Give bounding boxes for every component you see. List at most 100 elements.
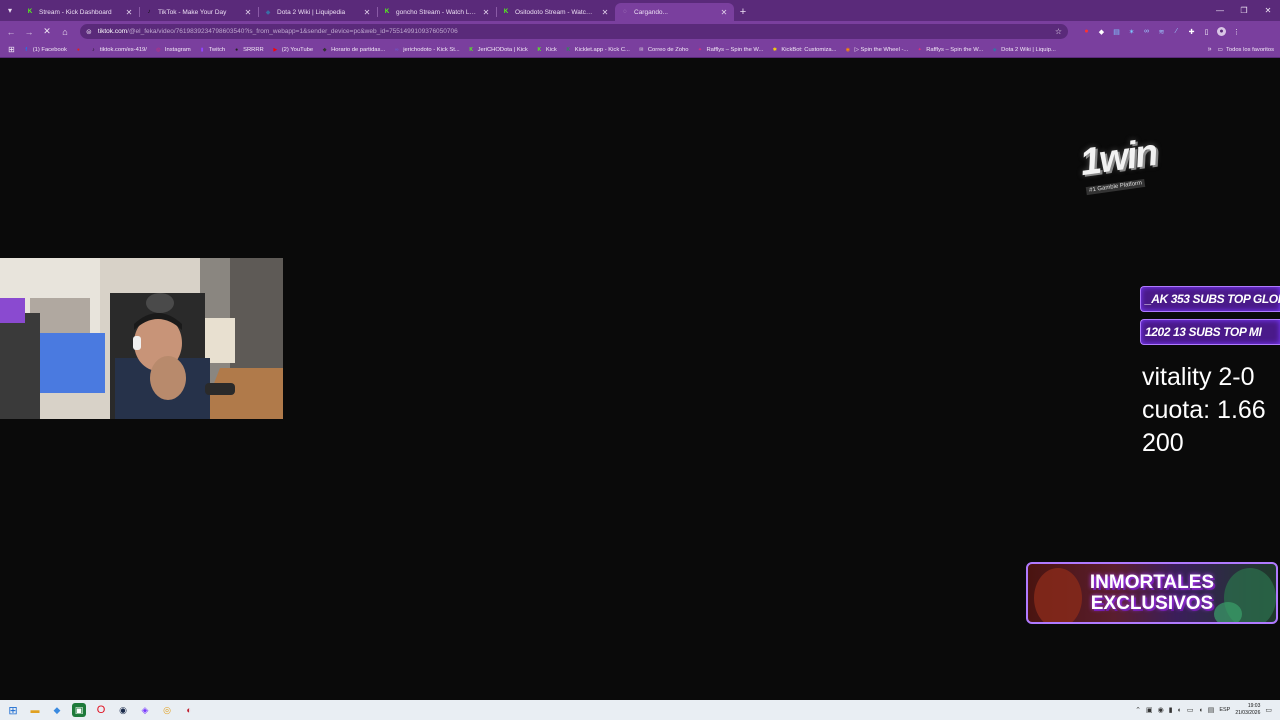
clock[interactable]: 19:03 21/03/2026	[1235, 703, 1260, 717]
extension-eyedropper-icon[interactable]: ⁄	[1172, 27, 1181, 36]
address-bar[interactable]: ⊜ tiktok.com/@el_feka/video/761983923479…	[80, 24, 1068, 39]
bookmark-item[interactable]: ▶ (2) YouTube	[268, 46, 317, 53]
bookmark-label: tiktok.com/es-419/	[99, 46, 147, 53]
bookmark-label: JeriCHODota | Kick	[477, 46, 528, 53]
tab-close-icon[interactable]: ✕	[244, 8, 252, 17]
all-bookmarks-folder[interactable]: ▭ Todos los favoritos	[1218, 47, 1280, 53]
browser-tab[interactable]: K Stream - Kick Dashboard ✕	[20, 3, 139, 21]
notifications-icon[interactable]: ▭	[1265, 706, 1272, 714]
clock-time: 19:03	[1247, 703, 1261, 709]
bookmark-item[interactable]: ∞ jerichodoto - Kick St...	[389, 46, 463, 53]
bookmark-item[interactable]: ◉ ▷ Spin the Wheel -...	[840, 46, 912, 53]
profile-avatar-icon[interactable]: ●	[1217, 27, 1226, 36]
bookmark-item[interactable]: ◆ Dota 2 Wiki | Liquip...	[987, 46, 1060, 53]
file-explorer-icon[interactable]: ▬	[28, 703, 42, 717]
home-icon[interactable]: ⌂	[56, 23, 74, 41]
browser-tab[interactable]: K Ositodoto Stream - Watch Live on Kick ✕	[496, 3, 615, 21]
extensions-puzzle-icon[interactable]: ✚	[1187, 27, 1196, 36]
back-icon[interactable]: ←	[2, 23, 20, 41]
volume-icon[interactable]: ◖	[1198, 707, 1202, 714]
app-red-icon[interactable]: ◐	[182, 703, 196, 717]
tray-app-icon[interactable]: ▮	[1169, 706, 1173, 714]
language-indicator[interactable]: ESP	[1219, 707, 1230, 713]
tab-close-icon[interactable]: ✕	[363, 8, 371, 17]
browser-tab[interactable]: Kgoncho Stream - Watch Live on Kick ✕	[377, 3, 496, 21]
bookmarks-overflow-icon[interactable]: »	[1202, 46, 1218, 53]
apps-grid-icon[interactable]: ⊞	[4, 45, 19, 54]
bookmark-item[interactable]: ◆ Horario de partidas...	[317, 46, 389, 53]
webcam-feed	[0, 258, 283, 419]
sub-banner-bottom: 1202 13 SUBS TOP MI	[1140, 319, 1280, 345]
bookmark-item[interactable]: ◎ Instagram	[151, 46, 195, 53]
bookmark-item[interactable]: K JeriCHODota | Kick	[464, 46, 532, 53]
tray-app-icon[interactable]: ▤	[1208, 706, 1215, 714]
bookmark-label: KickBot: Customiza...	[781, 46, 837, 53]
restore-icon[interactable]: ❐	[1232, 0, 1256, 21]
app-purple-icon[interactable]: ◈	[138, 703, 152, 717]
bookmark-item[interactable]: ●	[71, 46, 86, 53]
steam-icon[interactable]: ◉	[116, 703, 130, 717]
bookmark-item[interactable]: ♪ tiktok.com/es-419/	[86, 46, 151, 53]
extension-translate-icon[interactable]: ✶	[1127, 27, 1136, 36]
bookmark-item[interactable]: ✦ Rafflys – Spin the W...	[692, 46, 767, 53]
bookmark-item[interactable]: K Kick	[532, 46, 561, 53]
browser-tab[interactable]: ◆ Dota 2 Wiki | Liquipedia ✕	[258, 3, 377, 21]
site-info-icon[interactable]: ⊜	[86, 28, 92, 36]
tray-app-icon[interactable]: ◐	[1178, 707, 1182, 714]
tab-close-icon[interactable]: ✕	[482, 8, 490, 17]
bookmark-item[interactable]: ▮ Twitch	[195, 46, 229, 53]
bookmark-item[interactable]: ✦ Rafflys – Spin the W...	[912, 46, 987, 53]
bookmark-item[interactable]: ✉ Correo de Zoho	[634, 46, 693, 53]
chrome-icon[interactable]: ◎	[160, 703, 174, 717]
tab-close-icon[interactable]: ✕	[601, 8, 609, 17]
bookmark-label: jerichodoto - Kick St...	[403, 46, 460, 53]
browser-tab[interactable]: ◌ Cargando... ✕	[615, 3, 734, 21]
tab-close-icon[interactable]: ✕	[125, 8, 133, 17]
bookmark-favicon-icon: ●	[76, 46, 80, 53]
opera-icon[interactable]: O	[94, 703, 108, 717]
tab-search-icon[interactable]: ▾	[0, 0, 20, 21]
system-tray: ⌃ ▣ ◉ ▮ ◐ ▭ ◖ ▤ ESP 19:03 21/03/2026 ▭	[1135, 703, 1280, 717]
bookmark-item[interactable]: ● SRRRR	[229, 46, 268, 53]
bookmark-star-icon[interactable]: ☆	[1055, 27, 1062, 36]
bookmark-label: Twitch	[208, 46, 226, 53]
bookmark-favicon-icon: ▮	[200, 46, 204, 53]
network-icon[interactable]: ▭	[1187, 706, 1194, 714]
stop-loading-icon[interactable]: ✕	[38, 23, 56, 41]
taskbar-apps: ⊞ ▬ ◆ ▣ O ◉ ◈ ◎ ◐	[0, 703, 196, 717]
new-tab-icon[interactable]: +	[734, 3, 752, 21]
start-menu-icon[interactable]: ⊞	[6, 703, 20, 717]
url-host: tiktok.com	[97, 28, 128, 35]
sidebar-panel-icon[interactable]: ▯	[1202, 27, 1211, 36]
tray-app-icon[interactable]: ◉	[1158, 706, 1164, 714]
bookmark-favicon-icon: ◆	[992, 46, 997, 53]
bookmark-label: Rafflys – Spin the W...	[706, 46, 764, 53]
tab-favicon-icon: ◌	[623, 9, 627, 15]
extension-blue-icon[interactable]: ▤	[1112, 27, 1121, 36]
browser-tab[interactable]: ♪ TikTok - Make Your Day ✕	[139, 3, 258, 21]
minimize-icon[interactable]: —	[1208, 0, 1232, 21]
extensions-area: ● ◆ ▤ ✶ ∞ ≋ ⁄ ✚ ▯ ● ⋮	[1082, 27, 1241, 36]
extension-link-icon[interactable]: ∞	[1142, 27, 1151, 36]
close-icon[interactable]: ✕	[1256, 0, 1280, 21]
tray-app-icon[interactable]: ▣	[1146, 706, 1153, 714]
forward-icon[interactable]: →	[20, 23, 38, 41]
bookmark-label: (1) Facebook	[32, 46, 67, 53]
app-green-icon[interactable]: ▣	[72, 703, 86, 717]
app-blue-icon[interactable]: ◆	[50, 703, 64, 717]
extension-red-icon[interactable]: ●	[1082, 27, 1091, 36]
bookmark-item[interactable]: f (1) Facebook	[19, 46, 71, 53]
bookmark-item[interactable]: K Kicklet.app - Kick C...	[561, 46, 634, 53]
tab-strip: ▾ K Stream - Kick Dashboard ✕ ♪ TikTok - Mak…	[0, 0, 1280, 21]
tray-overflow-icon[interactable]: ⌃	[1135, 706, 1141, 714]
bookmark-favicon-icon: ∞	[394, 46, 399, 53]
bookmark-favicon-icon: ◎	[156, 46, 161, 53]
extension-wave-icon[interactable]: ≋	[1157, 27, 1166, 36]
bookmark-item[interactable]: ✱ KickBot: Customiza...	[767, 46, 840, 53]
bet-line-odds: cuota: 1.66	[1142, 396, 1266, 424]
browser-menu-icon[interactable]: ⋮	[1232, 27, 1241, 36]
bookmark-label: SRRRR	[243, 46, 264, 53]
tab-close-icon[interactable]: ✕	[720, 8, 728, 17]
bookmark-label: Kick	[545, 46, 557, 53]
extension-diamond-icon[interactable]: ◆	[1097, 27, 1106, 36]
